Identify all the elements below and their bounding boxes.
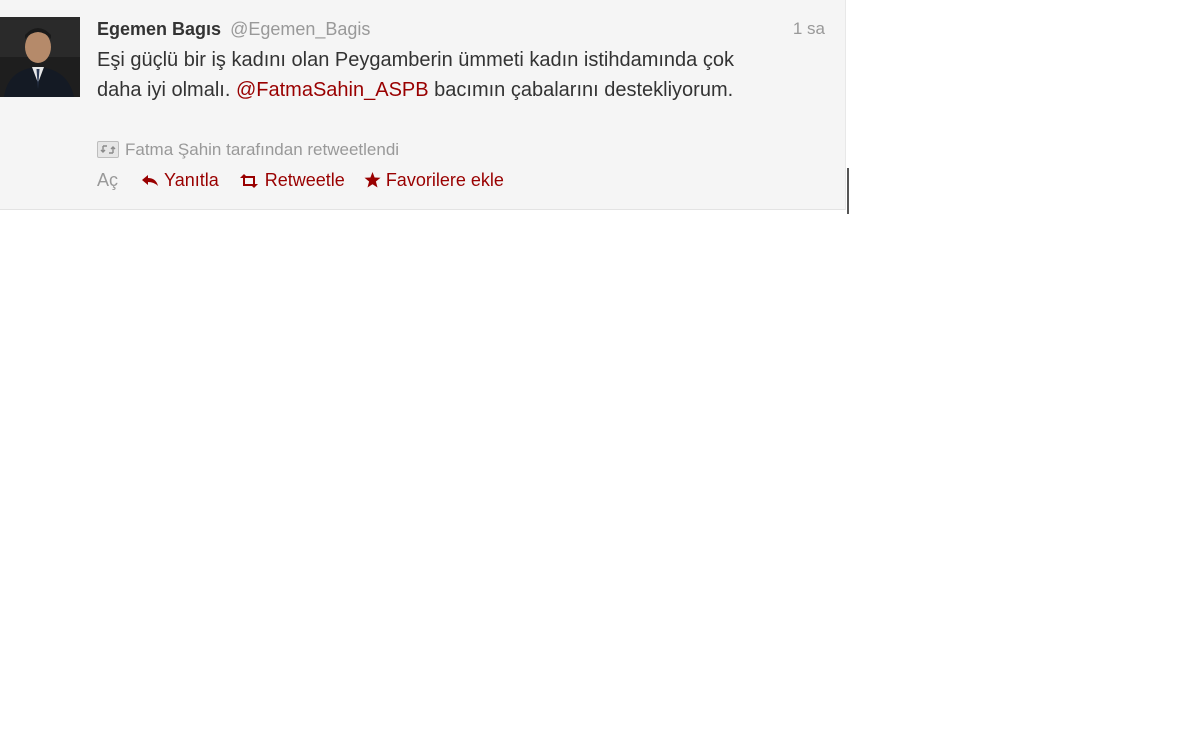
reply-arrow-icon bbox=[141, 170, 159, 194]
author-username[interactable]: @Egemen_Bagis bbox=[230, 19, 370, 39]
retweet-label: Retweetle bbox=[264, 170, 345, 190]
tweet-actions: Aç Yanıtla Retweetle Favorilere ekle bbox=[97, 168, 518, 194]
panel-edge bbox=[847, 168, 849, 214]
avatar-image bbox=[0, 17, 80, 97]
mention-link[interactable]: @FatmaSahin_ASPB bbox=[236, 79, 429, 101]
retweet-context: Fatma Şahin tarafından retweetlendi bbox=[97, 138, 399, 162]
tweet-text-part: bacımın çabalarını destekliyorum. bbox=[428, 79, 734, 101]
author-fullname[interactable]: Egemen Bagıs bbox=[97, 19, 221, 39]
avatar[interactable] bbox=[0, 17, 80, 97]
reply-label: Yanıtla bbox=[164, 170, 219, 190]
retweet-button[interactable]: Retweetle bbox=[238, 168, 345, 194]
tweet-header: Egemen Bagıs @Egemen_Bagis bbox=[97, 17, 370, 41]
retweet-badge-icon bbox=[97, 141, 119, 158]
tweet[interactable]: Egemen Bagıs @Egemen_Bagis 1 sa Eşi güçl… bbox=[0, 0, 846, 210]
favorite-button[interactable]: Favorilere ekle bbox=[364, 168, 504, 194]
star-icon bbox=[364, 170, 381, 194]
open-tweet-link[interactable]: Aç bbox=[97, 168, 118, 192]
retweet-context-label[interactable]: Fatma Şahin tarafından retweetlendi bbox=[125, 140, 399, 159]
tweet-text: Eşi güçlü bir iş kadını olan Peygamberin… bbox=[97, 45, 777, 105]
reply-button[interactable]: Yanıtla bbox=[141, 168, 219, 194]
retweet-arrows-icon bbox=[238, 170, 260, 194]
favorite-label: Favorilere ekle bbox=[385, 170, 504, 190]
tweet-timestamp[interactable]: 1 sa bbox=[793, 19, 825, 39]
